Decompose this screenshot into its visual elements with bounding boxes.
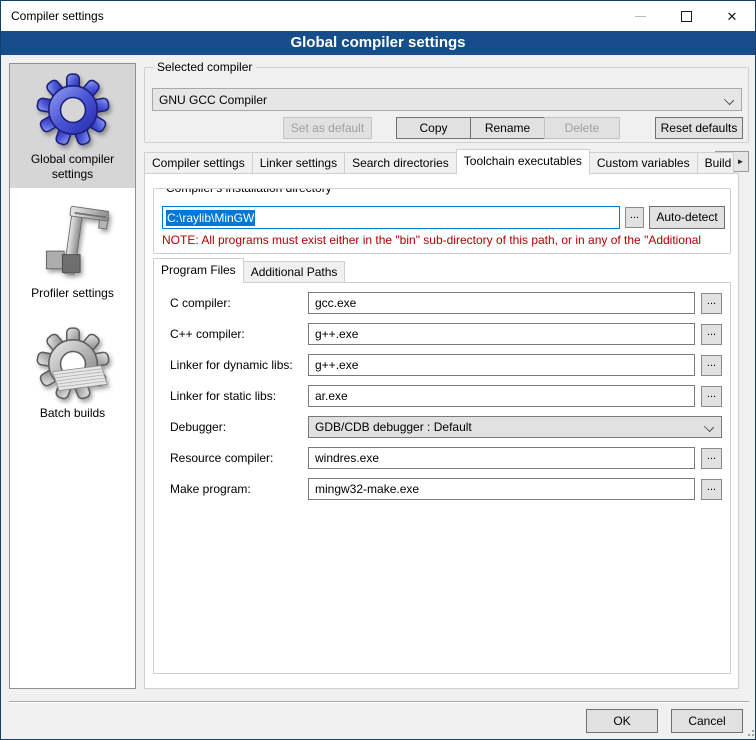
sidebar-item-batch-builds[interactable]: Batch builds xyxy=(10,318,135,434)
selected-compiler-value: GNU GCC Compiler xyxy=(159,93,267,107)
caliper-icon xyxy=(33,204,113,284)
resource-compiler-input[interactable]: windres.exe xyxy=(308,447,695,469)
maximize-icon xyxy=(681,11,692,22)
field-value: GDB/CDB debugger : Default xyxy=(315,420,472,434)
field-value: g++.exe xyxy=(315,327,358,341)
chevron-down-icon xyxy=(705,423,713,431)
c-compiler-browse-button[interactable]: ... xyxy=(701,293,722,314)
resource-compiler-browse-button[interactable]: ... xyxy=(701,448,722,469)
selected-compiler-group: Selected compiler GNU GCC Compiler Set a… xyxy=(144,67,749,143)
make-program-input[interactable]: mingw32-make.exe xyxy=(308,478,695,500)
install-dir-note: NOTE: All programs must exist either in … xyxy=(162,233,731,247)
field-label: Linker for static libs: xyxy=(170,389,308,403)
ok-button[interactable]: OK xyxy=(586,709,658,733)
auto-detect-button[interactable]: Auto-detect xyxy=(649,206,725,229)
program-tabs: Program Files Additional Paths xyxy=(153,260,345,283)
installation-directory-group: Compiler's installation directory C:\ray… xyxy=(153,188,731,254)
close-icon: ✕ xyxy=(727,10,738,23)
tab-additional-paths[interactable]: Additional Paths xyxy=(243,261,346,283)
field-value: g++.exe xyxy=(315,358,358,372)
minimize-button[interactable] xyxy=(617,1,663,31)
page-title: Global compiler settings xyxy=(1,31,755,55)
tab-toolchain-executables[interactable]: Toolchain executables xyxy=(456,149,590,174)
compiler-settings-dialog: Compiler settings ✕ Global compiler sett… xyxy=(0,0,756,740)
field-value: mingw32-make.exe xyxy=(315,482,419,496)
set-as-default-button[interactable]: Set as default xyxy=(283,117,372,139)
settings-category-list: Global compiler settings xyxy=(9,63,136,689)
install-dir-input[interactable]: C:\raylib\MinGW xyxy=(162,206,620,229)
tab-scroll-right-button[interactable]: ► xyxy=(732,151,749,172)
linker-static-browse-button[interactable]: ... xyxy=(701,386,722,407)
minimize-icon xyxy=(635,16,646,17)
sidebar-item-label: Profiler settings xyxy=(31,286,114,301)
sidebar-item-label: Batch builds xyxy=(40,406,105,421)
field-label: C++ compiler: xyxy=(170,327,308,341)
chevron-down-icon xyxy=(725,96,733,104)
field-value: gcc.exe xyxy=(315,296,356,310)
selected-compiler-dropdown[interactable]: GNU GCC Compiler xyxy=(152,88,742,111)
debugger-dropdown[interactable]: GDB/CDB debugger : Default xyxy=(308,416,722,438)
scroll-right-icon: ► xyxy=(737,157,745,166)
toolchain-executables-page: Compiler's installation directory C:\ray… xyxy=(144,173,739,689)
dialog-content: Global compiler settings xyxy=(1,55,755,739)
reset-defaults-button[interactable]: Reset defaults xyxy=(655,117,743,139)
field-row-make-program: Make program: mingw32-make.exe ... xyxy=(170,478,722,500)
program-files-panel: C compiler: gcc.exe ... C++ compiler: g+… xyxy=(153,282,731,674)
field-label: Make program: xyxy=(170,482,308,496)
field-row-cpp-compiler: C++ compiler: g++.exe ... xyxy=(170,323,722,345)
field-value: windres.exe xyxy=(315,451,379,465)
maximize-button[interactable] xyxy=(663,1,709,31)
linker-static-input[interactable]: ar.exe xyxy=(308,385,695,407)
make-program-browse-button[interactable]: ... xyxy=(701,479,722,500)
field-row-linker-dynamic: Linker for dynamic libs: g++.exe ... xyxy=(170,354,722,376)
tab-search-directories[interactable]: Search directories xyxy=(344,152,457,174)
tab-build-options[interactable]: Build options xyxy=(697,152,734,174)
footer-divider xyxy=(9,701,749,703)
c-compiler-input[interactable]: gcc.exe xyxy=(308,292,695,314)
install-dir-value: C:\raylib\MinGW xyxy=(166,210,255,226)
install-dir-browse-button[interactable]: ... xyxy=(625,207,644,228)
tab-custom-variables[interactable]: Custom variables xyxy=(589,152,698,174)
field-label: C compiler: xyxy=(170,296,308,310)
field-label: Linker for dynamic libs: xyxy=(170,358,308,372)
tab-linker-settings[interactable]: Linker settings xyxy=(252,152,345,174)
cancel-button[interactable]: Cancel xyxy=(671,709,743,733)
linker-dynamic-input[interactable]: g++.exe xyxy=(308,354,695,376)
tab-compiler-settings[interactable]: Compiler settings xyxy=(144,152,253,174)
window-title: Compiler settings xyxy=(11,9,104,23)
gray-gear-stack-icon xyxy=(33,324,113,404)
cpp-compiler-input[interactable]: g++.exe xyxy=(308,323,695,345)
compiler-tabs: Compiler settings Linker settings Search… xyxy=(144,151,734,174)
sidebar-item-global-compiler-settings[interactable]: Global compiler settings xyxy=(10,64,135,188)
blue-gear-icon xyxy=(33,70,113,150)
group-label: Compiler's installation directory xyxy=(162,188,336,195)
close-button[interactable]: ✕ xyxy=(709,1,755,31)
sidebar-item-profiler-settings[interactable]: Profiler settings xyxy=(10,198,135,306)
field-value: ar.exe xyxy=(315,389,348,403)
title-bar: Compiler settings ✕ xyxy=(1,1,755,31)
field-row-resource-compiler: Resource compiler: windres.exe ... xyxy=(170,447,722,469)
sidebar-item-label: Global compiler settings xyxy=(10,152,135,182)
linker-dynamic-browse-button[interactable]: ... xyxy=(701,355,722,376)
rename-button[interactable]: Rename xyxy=(470,117,545,139)
field-row-linker-static: Linker for static libs: ar.exe ... xyxy=(170,385,722,407)
resize-grip[interactable] xyxy=(745,727,755,737)
tab-program-files[interactable]: Program Files xyxy=(153,258,244,283)
field-row-debugger: Debugger: GDB/CDB debugger : Default xyxy=(170,416,722,438)
cpp-compiler-browse-button[interactable]: ... xyxy=(701,324,722,345)
field-label: Debugger: xyxy=(170,420,308,434)
field-row-c-compiler: C compiler: gcc.exe ... xyxy=(170,292,722,314)
field-label: Resource compiler: xyxy=(170,451,308,465)
delete-button[interactable]: Delete xyxy=(544,117,620,139)
copy-button[interactable]: Copy xyxy=(396,117,471,139)
group-label: Selected compiler xyxy=(153,60,256,74)
